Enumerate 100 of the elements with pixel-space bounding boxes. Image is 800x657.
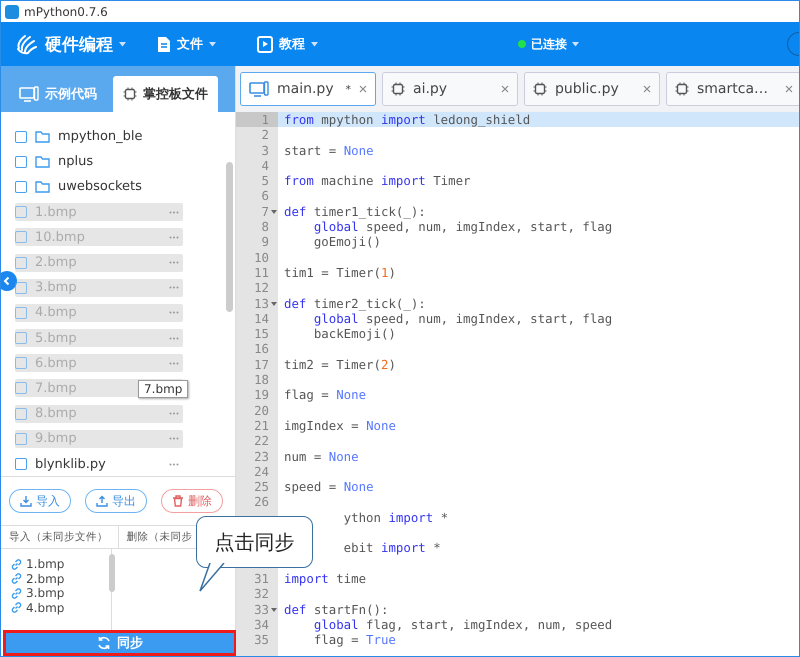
- editor-tab[interactable]: public.py: [524, 72, 660, 106]
- file-item[interactable]: nplus: [35, 152, 183, 171]
- chip-icon: [533, 82, 547, 96]
- line-number: 32: [254, 586, 269, 602]
- code-line: flag = True: [314, 632, 396, 648]
- code-line: tim1 = Timer(1): [284, 264, 396, 280]
- action-button[interactable]: 删除: [161, 489, 223, 513]
- editor-tab[interactable]: main.py *: [240, 72, 376, 106]
- action-button[interactable]: 导出: [85, 489, 147, 513]
- sync-button[interactable]: 同步: [3, 630, 237, 656]
- action-button[interactable]: 导入: [9, 489, 71, 513]
- monitor-icon: [249, 81, 269, 97]
- tooltip: 7.bmp: [138, 380, 188, 398]
- pending-file: 1.bmp: [26, 557, 64, 572]
- line-number: 22: [254, 433, 269, 448]
- pending-file: 3.bmp: [26, 586, 64, 600]
- line-number: 31: [254, 570, 269, 586]
- line-number: 3: [262, 142, 269, 158]
- folder-icon: [35, 156, 50, 168]
- window-title: mPython0.7.6: [24, 4, 108, 18]
- chip-icon: [391, 82, 405, 96]
- checkbox[interactable]: [15, 458, 27, 470]
- sidebar-tab[interactable]: 示例代码: [9, 76, 107, 112]
- code-line: num = None: [284, 448, 359, 464]
- line-number: 15: [254, 326, 269, 342]
- line-number: 25: [254, 479, 269, 494]
- code-line: def startFn():: [284, 602, 388, 617]
- folder-icon: [35, 180, 50, 193]
- collapse-handle[interactable]: [1, 271, 17, 291]
- code-line: from mpython import ledong_shield: [284, 112, 530, 128]
- link-icon: [11, 588, 22, 599]
- code-line: def timer1_tick(_):: [284, 204, 426, 220]
- link-icon: [11, 602, 22, 614]
- line-number: 11: [254, 264, 269, 280]
- modified-mark: *: [346, 82, 351, 96]
- editor-tab[interactable]: ai.py: [382, 72, 518, 106]
- line-number: 9: [262, 234, 269, 250]
- code-line: import time: [284, 570, 366, 586]
- close-icon[interactable]: [501, 85, 509, 93]
- book-play-icon: [257, 36, 273, 52]
- trash-icon: [172, 495, 184, 507]
- caret-icon: [209, 42, 216, 46]
- line-number: 1: [262, 112, 269, 127]
- scrollbar[interactable]: [226, 162, 233, 312]
- code-line: def timer2_tick(_):: [284, 296, 426, 311]
- fold-icon[interactable]: [271, 608, 277, 612]
- chip-icon: [123, 87, 137, 101]
- code-line: global flag, start, imgIndex, num, speed: [314, 616, 612, 632]
- close-icon[interactable]: [643, 85, 651, 93]
- menu-button[interactable]: 硬件编程: [15, 32, 157, 56]
- upload-icon: [96, 495, 108, 507]
- code-line: start = None: [284, 142, 374, 158]
- code-line: tim2 = Timer(2): [284, 356, 396, 372]
- pending-file: 2.bmp: [26, 572, 64, 586]
- code-line: global speed, num, imgIndex, start, flag: [314, 310, 612, 326]
- close-icon[interactable]: [359, 85, 367, 93]
- file-item[interactable]: uwebsockets: [35, 178, 183, 196]
- line-number: 4: [262, 158, 269, 173]
- code-line: goEmoji(): [314, 234, 381, 250]
- column-header: 导入（未同步文件）: [8, 530, 109, 545]
- code-line: ebit import *: [344, 540, 441, 556]
- line-number: 2: [262, 127, 269, 142]
- checkbox[interactable]: [15, 180, 27, 193]
- sidebar-tab[interactable]: 掌控板文件: [113, 76, 218, 112]
- fold-icon[interactable]: [271, 210, 277, 214]
- line-number: 7: [262, 204, 269, 219]
- refresh-icon: [97, 636, 111, 650]
- monitor-icon: [19, 86, 39, 102]
- download-icon: [20, 495, 32, 507]
- line-number: 19: [254, 387, 269, 402]
- more-icon[interactable]: [169, 462, 179, 466]
- fold-icon[interactable]: [271, 302, 277, 306]
- line-number: 26: [254, 494, 269, 510]
- line-number: 8: [262, 219, 269, 234]
- link-icon: [11, 558, 22, 570]
- close-icon[interactable]: [785, 85, 793, 93]
- menu-button[interactable]: 教程: [257, 35, 357, 53]
- checkbox[interactable]: [15, 156, 27, 168]
- file-item[interactable]: mpython_ble: [35, 128, 183, 146]
- code-line: backEmoji(): [314, 326, 396, 342]
- line-number: 16: [254, 341, 269, 356]
- editor-tab[interactable]: smartca…: [666, 72, 799, 106]
- caret-icon: [119, 42, 126, 46]
- line-number: 34: [254, 616, 269, 632]
- document-icon: [157, 36, 171, 52]
- scrollbar[interactable]: [109, 554, 115, 592]
- checkbox[interactable]: [15, 130, 27, 143]
- code-line: ython import *: [344, 510, 448, 526]
- code-line: flag = None: [284, 387, 366, 403]
- caret-icon: [572, 42, 579, 46]
- code-line: imgIndex = None: [284, 418, 396, 434]
- pending-file: 4.bmp: [26, 600, 64, 615]
- line-number: 13: [254, 296, 269, 311]
- app-icon: [5, 4, 19, 18]
- menu-button[interactable]: 文件: [157, 35, 257, 53]
- connection-status[interactable]: 已连接: [512, 34, 585, 54]
- line-number: 20: [254, 402, 269, 418]
- line-number: 14: [254, 310, 269, 326]
- file-item[interactable]: blynklib.py: [35, 455, 183, 474]
- hand-logo-icon: [15, 32, 39, 56]
